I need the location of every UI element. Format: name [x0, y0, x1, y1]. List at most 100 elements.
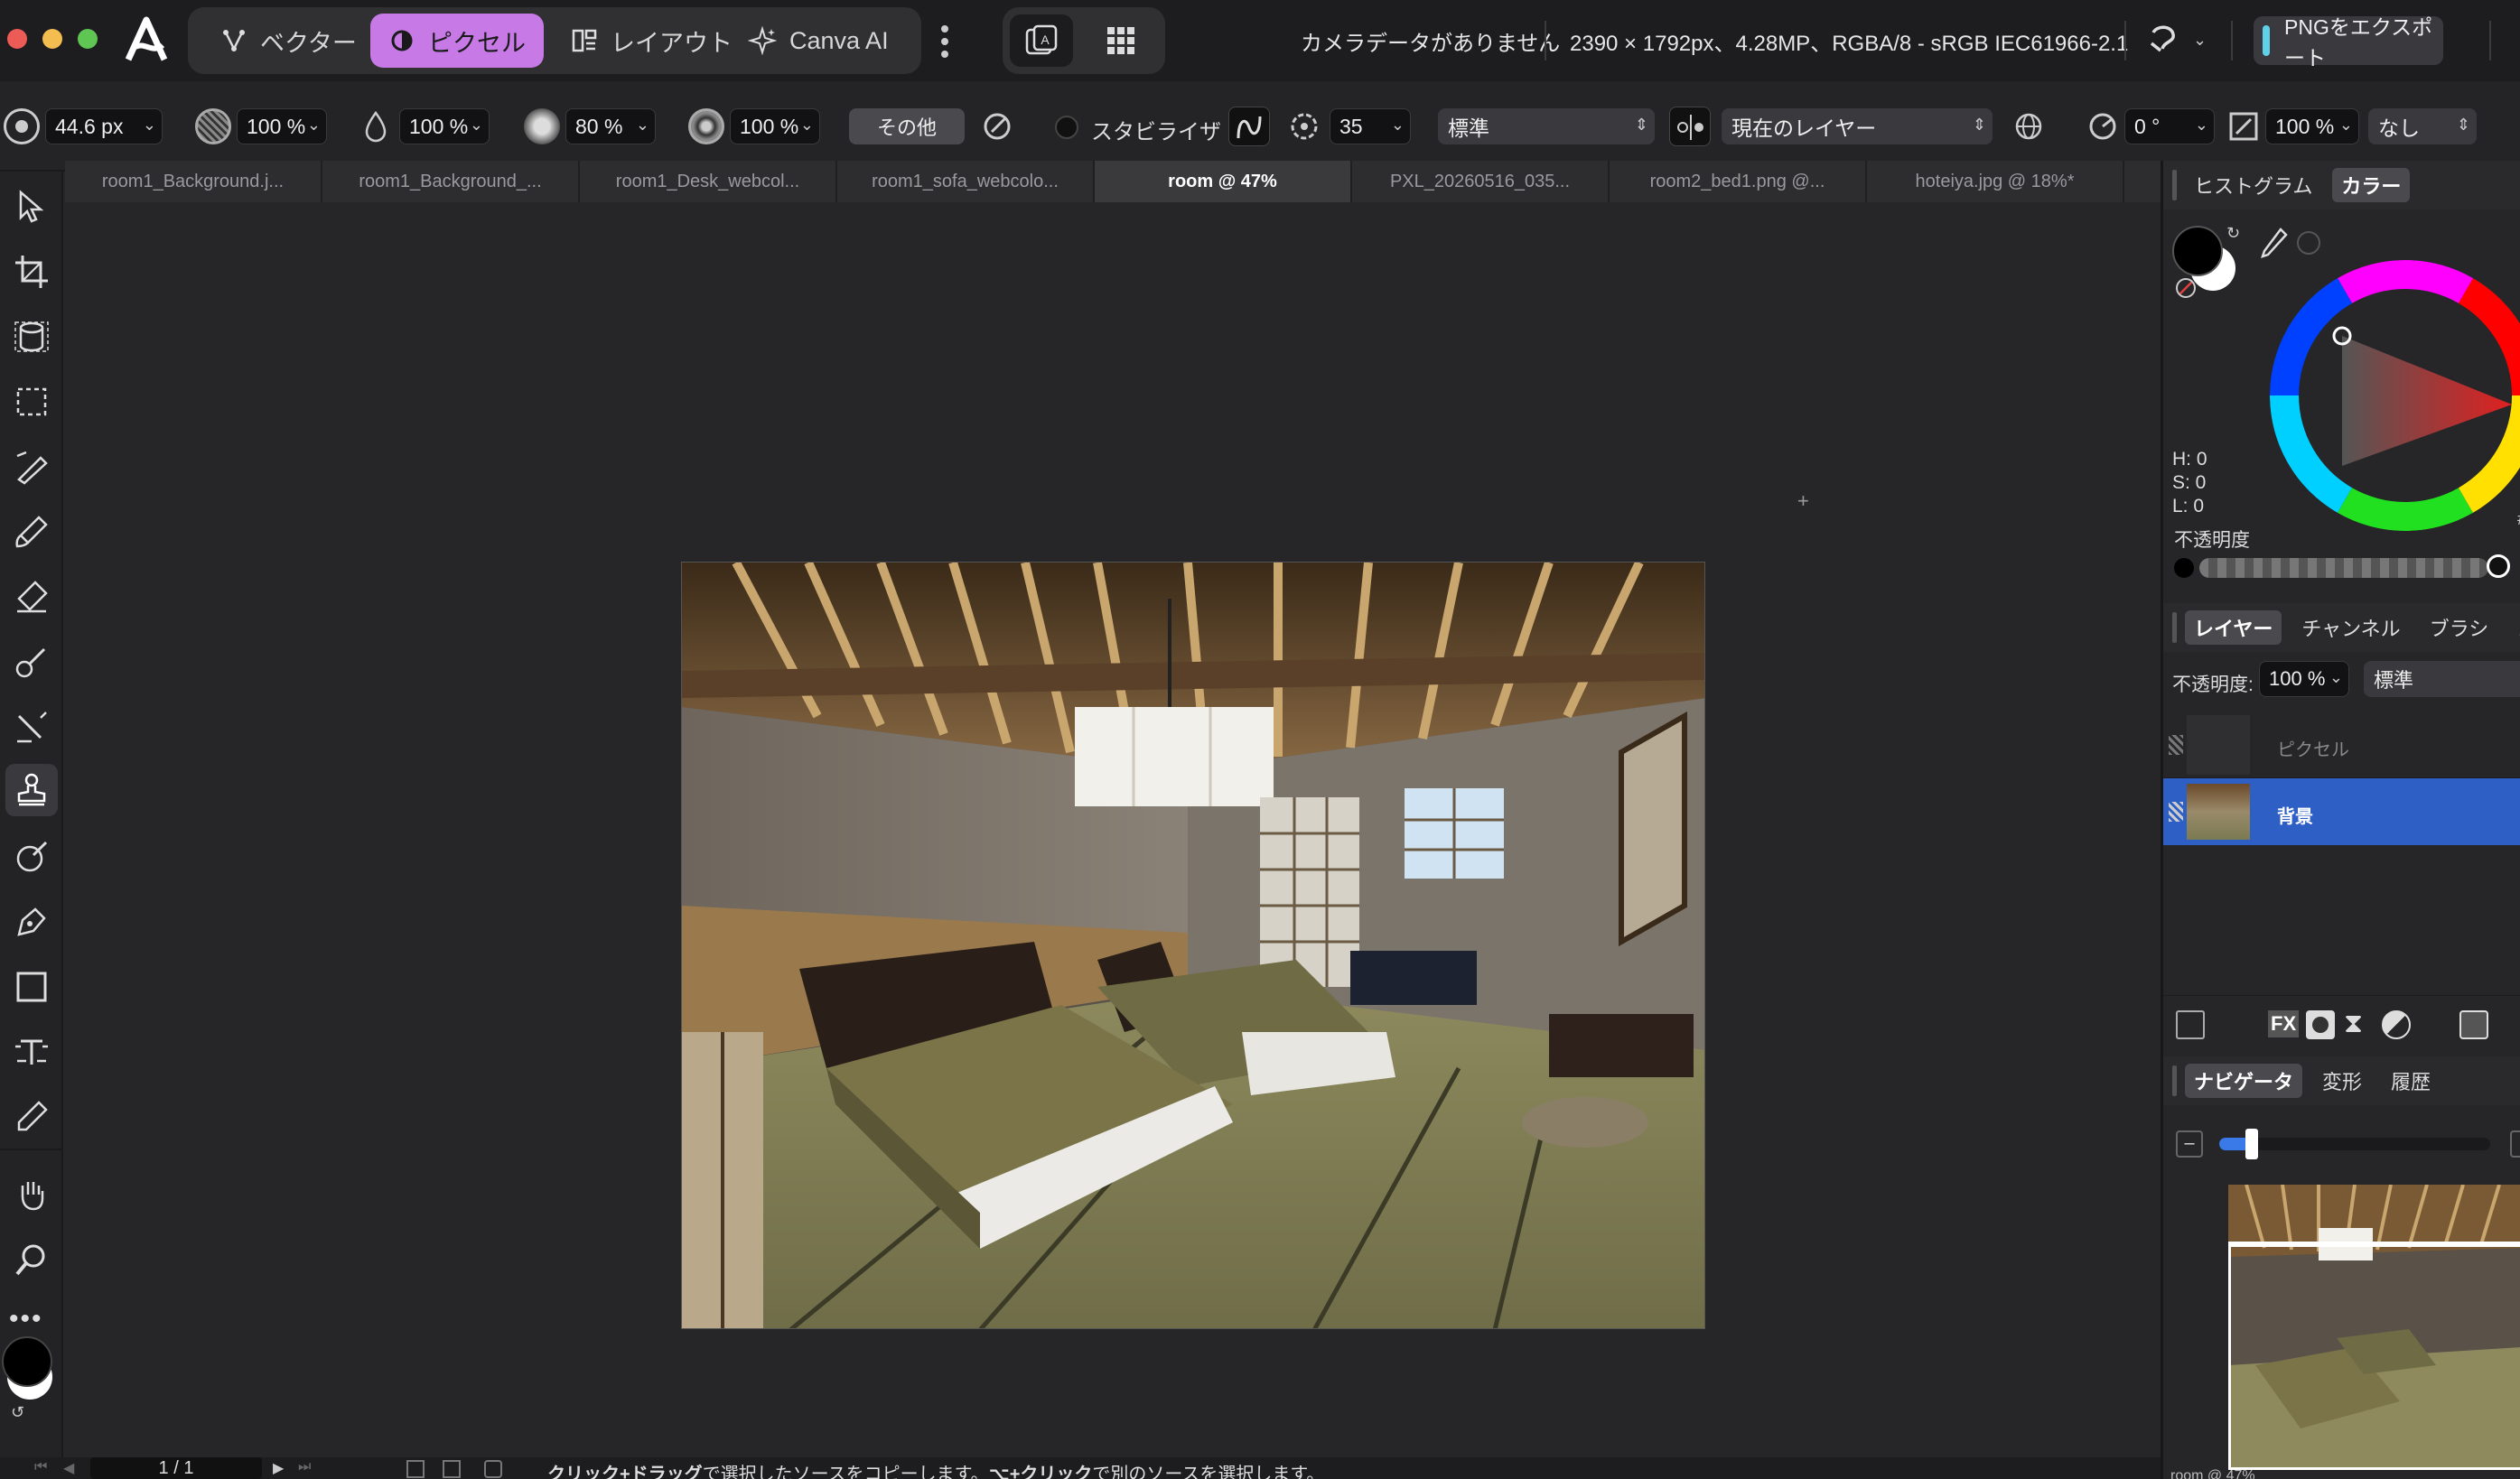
stabilizer-window-icon[interactable]	[1286, 108, 1322, 149]
shape-tool-button[interactable]	[5, 961, 58, 1013]
affinity-logo[interactable]	[123, 14, 170, 65]
opacity-field[interactable]: 100 % ⌄	[237, 108, 327, 144]
page-number-field[interactable]: 1 / 1	[90, 1457, 262, 1479]
retouch-tool-button[interactable]	[5, 831, 58, 883]
last-page-icon[interactable]: ⏭	[298, 1459, 311, 1475]
mask-icon[interactable]	[2306, 1010, 2335, 1039]
drag-handle-icon[interactable]	[2169, 735, 2183, 755]
fill-color-swatch[interactable]	[2172, 226, 2223, 276]
brush-width-field[interactable]: 44.6 px ⌄	[45, 108, 163, 144]
transform-tab[interactable]: 変形	[2313, 1064, 2371, 1098]
chevron-down-icon[interactable]: ⌄	[1391, 116, 1405, 135]
document-tab[interactable]: room2_bed1.png @...	[1610, 161, 1867, 202]
persona-layout-button[interactable]: レイアウト	[553, 14, 751, 68]
brush-preview-icon[interactable]	[4, 108, 40, 144]
layer-blend-select[interactable]: 標準	[2364, 661, 2520, 697]
zoom-slider[interactable]	[2219, 1138, 2490, 1150]
chevron-down-icon[interactable]: ⌄	[470, 116, 483, 135]
quick-view-button[interactable]: A	[1010, 14, 1073, 67]
scale-field[interactable]: 100 % ⌄	[2265, 108, 2359, 144]
chevron-down-icon[interactable]: ⌄	[143, 116, 156, 135]
channels-tab[interactable]: チャンネル	[2292, 610, 2409, 645]
document-tab[interactable]: room1_Background_...	[322, 161, 580, 202]
swap-colors-icon[interactable]: ↺	[11, 1403, 24, 1422]
primary-color-swatch[interactable]	[2, 1336, 52, 1387]
layer-opacity-field[interactable]: 100 % ⌄	[2259, 661, 2349, 697]
color-wheel[interactable]	[2270, 260, 2520, 535]
eraser-tool-button[interactable]	[5, 571, 58, 623]
chevron-down-icon[interactable]: ⌄	[2329, 668, 2343, 687]
brushes-tab[interactable]: ブラシ	[2421, 610, 2498, 645]
marquee-tool-button[interactable]	[5, 376, 58, 428]
no-color-icon[interactable]	[2176, 278, 2196, 298]
chevron-down-icon[interactable]: ⌄	[307, 116, 321, 135]
more-options-button[interactable]: その他	[849, 108, 965, 144]
clone-tool-button[interactable]	[5, 764, 58, 816]
selection-brush-button[interactable]	[5, 311, 58, 363]
document-tab-active[interactable]: room @ 47%	[1095, 161, 1352, 202]
persona-vector-button[interactable]: ベクター	[202, 14, 375, 68]
edit-layer-icon[interactable]	[2176, 1010, 2205, 1039]
stock-tab[interactable]: スト	[2508, 610, 2520, 645]
persona-pixel-button[interactable]: ピクセル	[370, 14, 544, 68]
document-tab[interactable]: room1_sofa_webcolo...	[837, 161, 1095, 202]
smudge-tool-button[interactable]	[5, 701, 58, 753]
paint-brush-button[interactable]	[5, 506, 58, 558]
fx-icon[interactable]: FX	[2268, 1010, 2300, 1037]
prev-page-icon[interactable]: ◀	[63, 1459, 74, 1477]
stabilizer-rope-button[interactable]	[1228, 107, 1270, 146]
crop-tool-button[interactable]	[5, 246, 58, 298]
flood-fill-button[interactable]	[5, 441, 58, 493]
zoom-tool-button[interactable]	[5, 1233, 58, 1286]
drag-handle-icon[interactable]	[2169, 802, 2183, 822]
document-tab[interactable]: room1_Background.j...	[65, 161, 322, 202]
assistant-icon[interactable]	[2148, 23, 2179, 62]
color-picker-button[interactable]	[5, 1091, 58, 1143]
navigator-tab[interactable]: ナビゲータ	[2185, 1064, 2303, 1098]
stabilizer-value-field[interactable]: 35 ⌄	[1330, 108, 1411, 144]
shape-field[interactable]: 100 % ⌄	[730, 108, 820, 144]
more-tools-icon[interactable]: •••	[9, 1304, 43, 1335]
zoom-window-button[interactable]	[78, 29, 98, 49]
blend-mode-select[interactable]: 標準 ⇕	[1438, 108, 1655, 144]
recent-color-icon[interactable]	[2297, 231, 2320, 255]
document-tab[interactable]: PXL_20260516_035...	[1352, 161, 1610, 202]
navigator-preview[interactable]	[2228, 1185, 2520, 1470]
swap-colors-icon[interactable]: ↻	[2226, 224, 2240, 243]
more-menu-icon[interactable]	[938, 22, 952, 61]
minimize-window-button[interactable]	[42, 29, 62, 49]
brush-settings-icon[interactable]	[979, 108, 1015, 149]
opacity-slider[interactable]	[2199, 558, 2488, 578]
spread-view-icon[interactable]	[406, 1460, 425, 1478]
next-page-icon[interactable]: ▶	[273, 1459, 284, 1477]
chevron-down-icon[interactable]: ⌄	[800, 116, 814, 135]
layer-row-selected[interactable]: 背景	[2163, 778, 2520, 845]
move-tool-button[interactable]	[5, 181, 58, 233]
camera-icon[interactable]	[484, 1460, 502, 1478]
pen-tool-button[interactable]	[5, 896, 58, 948]
global-source-icon[interactable]	[2012, 110, 2045, 147]
layer-row[interactable]: ピクセル	[2163, 712, 2520, 778]
document-tab[interactable]: room1_Desk_webcol...	[580, 161, 837, 202]
page-view-icon[interactable]	[443, 1460, 461, 1478]
grid-view-button[interactable]	[1089, 14, 1153, 67]
canvas-area[interactable]: +	[65, 202, 2161, 1457]
zoom-out-button[interactable]: –	[2176, 1130, 2203, 1158]
dodge-tool-button[interactable]	[5, 636, 58, 688]
color-tab[interactable]: カラー	[2332, 168, 2411, 202]
add-group-icon[interactable]	[2459, 1010, 2488, 1039]
chevron-down-icon[interactable]: ⌄	[2339, 116, 2353, 135]
chevron-down-icon[interactable]: ⌄	[2193, 31, 2207, 50]
opacity-slider-handle[interactable]	[2487, 554, 2510, 578]
export-png-button[interactable]: PNGをエクスポート	[2254, 15, 2443, 70]
sample-select[interactable]: なし ⇕	[2368, 108, 2477, 144]
hardness-field[interactable]: 80 % ⌄	[565, 108, 656, 144]
zoom-slider-handle[interactable]	[2245, 1129, 2258, 1159]
zoom-in-button[interactable]	[2510, 1130, 2520, 1158]
room-photo[interactable]	[681, 562, 1705, 1329]
document-tab[interactable]: hoteiya.jpg @ 18%*	[1867, 161, 2124, 202]
flow-field[interactable]: 100 % ⌄	[399, 108, 490, 144]
chevron-down-icon[interactable]: ⌄	[636, 116, 649, 135]
first-page-icon[interactable]: ⏮	[34, 1459, 47, 1475]
stabilizer-checkbox[interactable]	[1055, 116, 1078, 139]
